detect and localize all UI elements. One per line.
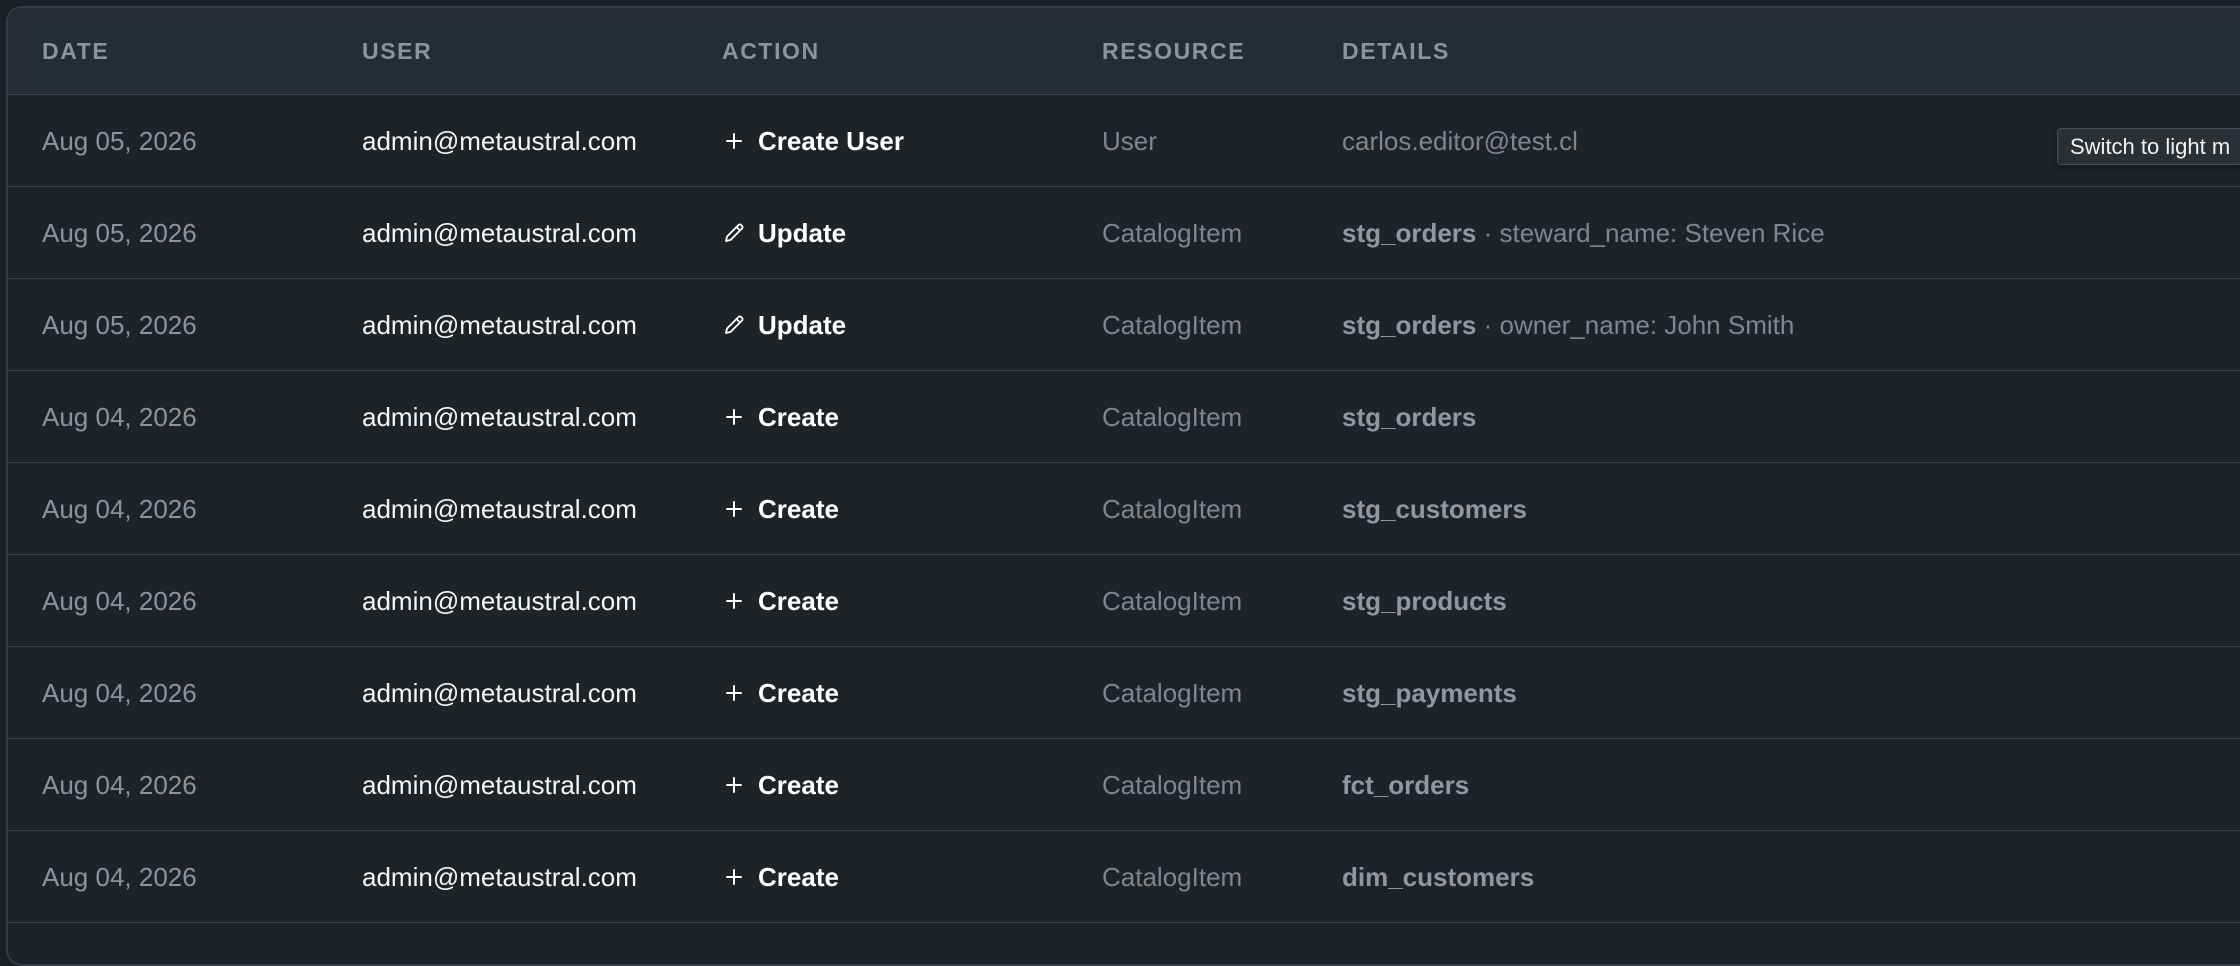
detail-change: steward_name: Steven Rice bbox=[1499, 217, 1825, 248]
row-details: carlos.editor@test.cl bbox=[1342, 95, 1578, 187]
row-date: Aug 04, 2026 bbox=[42, 401, 197, 432]
row-action-label: Create bbox=[758, 861, 839, 892]
row-user: admin@metaustral.com bbox=[362, 677, 637, 708]
row-action: Create bbox=[722, 831, 839, 923]
table-row[interactable]: Aug 04, 2026 admin@metaustral.com Create Ca… bbox=[8, 739, 2240, 831]
row-resource: CatalogItem bbox=[1102, 493, 1243, 524]
detail-item-name: stg_orders bbox=[1342, 309, 1477, 340]
row-details: stg_customers bbox=[1342, 463, 1527, 555]
row-user: admin@metaustral.com bbox=[362, 125, 637, 156]
detail-item-name: stg_payments bbox=[1342, 677, 1517, 708]
row-action: Create bbox=[722, 739, 839, 831]
row-action: Update bbox=[722, 187, 846, 279]
row-action-label: Create bbox=[758, 677, 839, 708]
row-date: Aug 04, 2026 bbox=[42, 585, 197, 616]
detail-change: carlos.editor@test.cl bbox=[1342, 125, 1578, 156]
table-body: Aug 05, 2026 admin@metaustral.com Create U… bbox=[8, 95, 2240, 923]
row-user: admin@metaustral.com bbox=[362, 401, 637, 432]
table-row[interactable]: Aug 05, 2026 admin@metaustral.com Update Ca… bbox=[8, 187, 2240, 279]
table-row[interactable]: Aug 04, 2026 admin@metaustral.com Create Ca… bbox=[8, 371, 2240, 463]
row-action-label: Create bbox=[758, 493, 839, 524]
table-row[interactable]: Aug 05, 2026 admin@metaustral.com Create U… bbox=[8, 95, 2240, 187]
row-resource: CatalogItem bbox=[1102, 677, 1243, 708]
pencil-icon bbox=[722, 313, 746, 337]
row-action: Create bbox=[722, 555, 839, 647]
row-action: Create bbox=[722, 463, 839, 555]
row-user: admin@metaustral.com bbox=[362, 585, 637, 616]
row-action: Create bbox=[722, 647, 839, 739]
theme-toggle-tooltip: Switch to light m bbox=[2057, 128, 2240, 165]
row-resource: User bbox=[1102, 125, 1157, 156]
row-user: admin@metaustral.com bbox=[362, 861, 637, 892]
plus-icon bbox=[722, 497, 746, 521]
row-date: Aug 05, 2026 bbox=[42, 309, 197, 340]
table-row[interactable]: Aug 05, 2026 admin@metaustral.com Update Ca… bbox=[8, 279, 2240, 371]
row-resource: CatalogItem bbox=[1102, 861, 1243, 892]
row-resource: CatalogItem bbox=[1102, 309, 1243, 340]
row-details: stg_payments bbox=[1342, 647, 1517, 739]
detail-item-name: fct_orders bbox=[1342, 769, 1470, 800]
row-action-label: Update bbox=[758, 309, 847, 340]
column-header-date[interactable]: DATE bbox=[42, 8, 109, 95]
column-header-user[interactable]: USER bbox=[362, 8, 432, 95]
detail-item-name: dim_customers bbox=[1342, 861, 1535, 892]
row-date: Aug 05, 2026 bbox=[42, 217, 197, 248]
row-action: Create User bbox=[722, 95, 904, 187]
row-action: Create bbox=[722, 371, 839, 463]
row-details: stg_orders · steward_name: Steven Rice bbox=[1342, 187, 1825, 279]
row-resource: CatalogItem bbox=[1102, 401, 1243, 432]
row-action-label: Create bbox=[758, 401, 839, 432]
table-row[interactable]: Aug 04, 2026 admin@metaustral.com Create Ca… bbox=[8, 463, 2240, 555]
plus-icon bbox=[722, 129, 746, 153]
row-resource: CatalogItem bbox=[1102, 769, 1243, 800]
row-action: Update bbox=[722, 279, 846, 371]
audit-log-panel: DATE USER ACTION RESOURCE DETAILS Aug 05… bbox=[6, 6, 2240, 966]
detail-item-name: stg_products bbox=[1342, 585, 1507, 616]
row-date: Aug 04, 2026 bbox=[42, 493, 197, 524]
row-details: dim_customers bbox=[1342, 831, 1534, 923]
detail-change: owner_name: John Smith bbox=[1499, 309, 1795, 340]
row-date: Aug 04, 2026 bbox=[42, 769, 197, 800]
column-header-details[interactable]: DETAILS bbox=[1342, 8, 1450, 95]
detail-separator: · bbox=[1476, 309, 1500, 340]
table-row[interactable]: Aug 04, 2026 admin@metaustral.com Create Ca… bbox=[8, 555, 2240, 647]
detail-item-name: stg_orders bbox=[1342, 401, 1477, 432]
row-details: stg_orders bbox=[1342, 371, 1476, 463]
row-date: Aug 04, 2026 bbox=[42, 677, 197, 708]
row-action-label: Create bbox=[758, 769, 839, 800]
row-details: fct_orders bbox=[1342, 739, 1469, 831]
pencil-icon bbox=[722, 221, 746, 245]
plus-icon bbox=[722, 865, 746, 889]
row-resource: CatalogItem bbox=[1102, 217, 1243, 248]
plus-icon bbox=[722, 773, 746, 797]
table-header: DATE USER ACTION RESOURCE DETAILS bbox=[8, 8, 2240, 95]
plus-icon bbox=[722, 405, 746, 429]
row-date: Aug 05, 2026 bbox=[42, 125, 197, 156]
plus-icon bbox=[722, 681, 746, 705]
row-details: stg_orders · owner_name: John Smith bbox=[1342, 279, 1794, 371]
detail-separator: · bbox=[1476, 217, 1500, 248]
row-details: stg_products bbox=[1342, 555, 1507, 647]
row-resource: CatalogItem bbox=[1102, 585, 1243, 616]
row-action-label: Create bbox=[758, 585, 839, 616]
table-row[interactable]: Aug 04, 2026 admin@metaustral.com Create Ca… bbox=[8, 647, 2240, 739]
plus-icon bbox=[722, 589, 746, 613]
row-user: admin@metaustral.com bbox=[362, 309, 637, 340]
row-date: Aug 04, 2026 bbox=[42, 861, 197, 892]
row-user: admin@metaustral.com bbox=[362, 493, 637, 524]
row-user: admin@metaustral.com bbox=[362, 217, 637, 248]
column-header-resource[interactable]: RESOURCE bbox=[1102, 8, 1245, 95]
detail-item-name: stg_customers bbox=[1342, 493, 1527, 524]
table-row[interactable]: Aug 04, 2026 admin@metaustral.com Create Ca… bbox=[8, 831, 2240, 923]
row-action-label: Update bbox=[758, 217, 847, 248]
row-action-label: Create User bbox=[758, 125, 904, 156]
detail-item-name: stg_orders bbox=[1342, 217, 1477, 248]
column-header-action[interactable]: ACTION bbox=[722, 8, 820, 95]
row-user: admin@metaustral.com bbox=[362, 769, 637, 800]
